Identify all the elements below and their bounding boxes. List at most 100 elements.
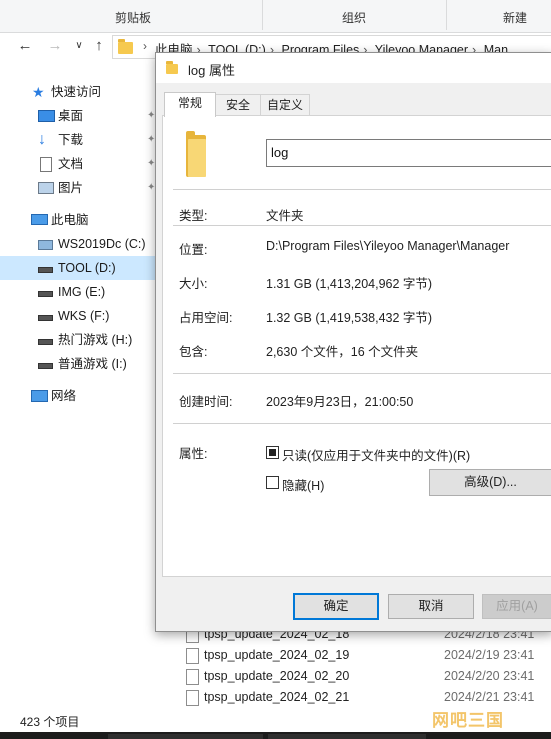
taskbar-button[interactable]: [268, 734, 426, 739]
sidebar-item-drive-c[interactable]: WS2019Dc (C:): [0, 232, 160, 256]
contains-value: 2,630 个文件，16 个文件夹: [266, 345, 419, 359]
list-item[interactable]: tpsp_update_2024_02_20 2024/2/20 23:41: [180, 666, 551, 687]
ok-button[interactable]: 确定: [293, 593, 379, 620]
watermark-logo: 网吧三国: [432, 711, 504, 730]
sidebar-item-label: 快速访问: [51, 85, 102, 99]
divider: [173, 373, 551, 374]
file-name: tpsp_update_2024_02_19: [204, 648, 350, 662]
sidebar-item-desktop[interactable]: 桌面 ✦: [0, 104, 160, 128]
sidebar-item-drive-f[interactable]: WKS (F:): [0, 304, 160, 328]
size-label: 大小:: [179, 277, 208, 291]
file-icon: [186, 669, 199, 685]
sidebar-item-downloads[interactable]: ↓ 下载 ✦: [0, 128, 160, 152]
drive-icon: [38, 363, 53, 369]
folder-icon: [186, 131, 206, 177]
readonly-label: 只读(仅应用于文件夹中的文件)(R): [282, 449, 471, 463]
drive-icon: [38, 315, 53, 321]
tab-general[interactable]: 常规: [164, 92, 216, 117]
sidebar-item-this-pc[interactable]: 此电脑: [0, 208, 160, 232]
drive-icon: [38, 291, 53, 297]
file-date: 2024/2/21 23:41: [444, 690, 535, 704]
star-icon: ★: [32, 84, 45, 100]
breadcrumb-separator-icon: ›: [143, 39, 147, 53]
folder-name-input[interactable]: log: [266, 139, 551, 167]
recent-locations-chevron-icon[interactable]: ∨: [70, 37, 88, 55]
up-arrow-icon[interactable]: ↑: [90, 37, 108, 55]
forward-arrow-icon[interactable]: →: [46, 37, 64, 55]
readonly-checkbox[interactable]: [266, 446, 279, 459]
ribbon-divider: [262, 0, 263, 30]
desktop-icon: [38, 110, 55, 122]
ribbon-group-clipboard: 剪贴板: [115, 11, 152, 25]
pictures-icon: [38, 182, 54, 194]
file-icon: [186, 648, 199, 664]
sidebar-item-label: WS2019Dc (C:): [58, 237, 146, 251]
type-label: 类型:: [179, 209, 208, 223]
folder-icon: [166, 61, 178, 74]
list-item[interactable]: tpsp_update_2024_02_21 2024/2/21 23:41: [180, 687, 551, 708]
sidebar-item-label: 文档: [58, 157, 84, 171]
sidebar-item-label: 桌面: [58, 109, 84, 123]
document-icon: [40, 157, 52, 172]
folder-icon: [118, 39, 133, 54]
network-icon: [31, 390, 48, 402]
apply-button[interactable]: 应用(A): [482, 594, 551, 619]
sidebar-item-quick-access[interactable]: ★ 快速访问: [0, 80, 160, 104]
cancel-button[interactable]: 取消: [388, 594, 474, 619]
computer-icon: [31, 214, 48, 225]
sidebar-item-label: TOOL (D:): [58, 261, 116, 275]
location-value: D:\Program Files\Yileyoo Manager\Manager: [266, 239, 510, 253]
disk-size-value: 1.32 GB (1,419,538,432 字节): [266, 311, 433, 325]
system-drive-icon: [38, 240, 53, 250]
sidebar-item-label: 下载: [58, 133, 84, 147]
download-icon: ↓: [38, 131, 46, 148]
sidebar-item-label: IMG (E:): [58, 285, 106, 299]
sidebar-item-drive-e[interactable]: IMG (E:): [0, 280, 160, 304]
dialog-title-bar[interactable]: log 属性: [156, 53, 551, 83]
sidebar-item-label: 热门游戏 (H:): [58, 333, 133, 347]
type-value: 文件夹: [266, 209, 304, 223]
created-value: 2023年9月23日，21:00:50: [266, 395, 414, 409]
sidebar-item-label: 此电脑: [51, 213, 89, 227]
file-date: 2024/2/20 23:41: [444, 669, 535, 683]
advanced-button[interactable]: 高级(D)...: [429, 469, 551, 496]
dialog-title: log 属性: [188, 63, 235, 78]
divider: [173, 189, 551, 190]
ribbon: 剪贴板 组织 新建: [0, 0, 551, 33]
attributes-label: 属性:: [179, 447, 208, 461]
hidden-checkbox[interactable]: [266, 476, 279, 489]
ribbon-group-organize: 组织: [342, 11, 367, 25]
sidebar-item-network[interactable]: 网络: [0, 384, 160, 408]
sidebar-item-drive-d[interactable]: TOOL (D:): [0, 256, 160, 280]
sidebar-item-pictures[interactable]: 图片 ✦: [0, 176, 160, 200]
sidebar-item-label: WKS (F:): [58, 309, 110, 323]
file-date: 2024/2/19 23:41: [444, 648, 535, 662]
taskbar-button[interactable]: [108, 734, 263, 739]
ribbon-divider: [446, 0, 447, 30]
size-value: 1.31 GB (1,413,204,962 字节): [266, 277, 433, 291]
file-icon: [186, 690, 199, 706]
created-label: 创建时间:: [179, 395, 233, 409]
list-item[interactable]: tpsp_update_2024_02_19 2024/2/19 23:41: [180, 645, 551, 666]
sidebar-item-drive-h[interactable]: 热门游戏 (H:): [0, 328, 160, 352]
sidebar-item-label: 图片: [58, 181, 84, 195]
file-name: tpsp_update_2024_02_21: [204, 690, 350, 704]
divider: [173, 423, 551, 424]
item-count: 423 个项目: [20, 715, 80, 729]
location-label: 位置:: [179, 243, 208, 257]
sidebar-item-documents[interactable]: 文档 ✦: [0, 152, 160, 176]
tab-customize[interactable]: 自定义: [260, 94, 310, 116]
ribbon-group-new: 新建: [503, 11, 528, 25]
disk-size-label: 占用空间:: [179, 311, 233, 325]
file-name: tpsp_update_2024_02_20: [204, 669, 350, 683]
properties-dialog: log 属性 常规 安全 自定义 log 类型: 文件夹 位置: D:\Prog…: [155, 52, 551, 632]
divider: [173, 225, 551, 226]
contains-label: 包含:: [179, 345, 208, 359]
hidden-label: 隐藏(H): [282, 479, 325, 493]
sidebar-item-label: 普通游戏 (I:): [58, 357, 127, 371]
sidebar-item-label: 网络: [51, 389, 77, 403]
navigation-pane: ★ 快速访问 桌面 ✦ ↓ 下载 ✦ 文档 ✦ 图片 ✦ 此电脑 WS2019D…: [0, 62, 160, 712]
back-arrow-icon[interactable]: ←: [16, 37, 34, 55]
tab-security[interactable]: 安全: [214, 94, 262, 116]
sidebar-item-drive-i[interactable]: 普通游戏 (I:): [0, 352, 160, 376]
